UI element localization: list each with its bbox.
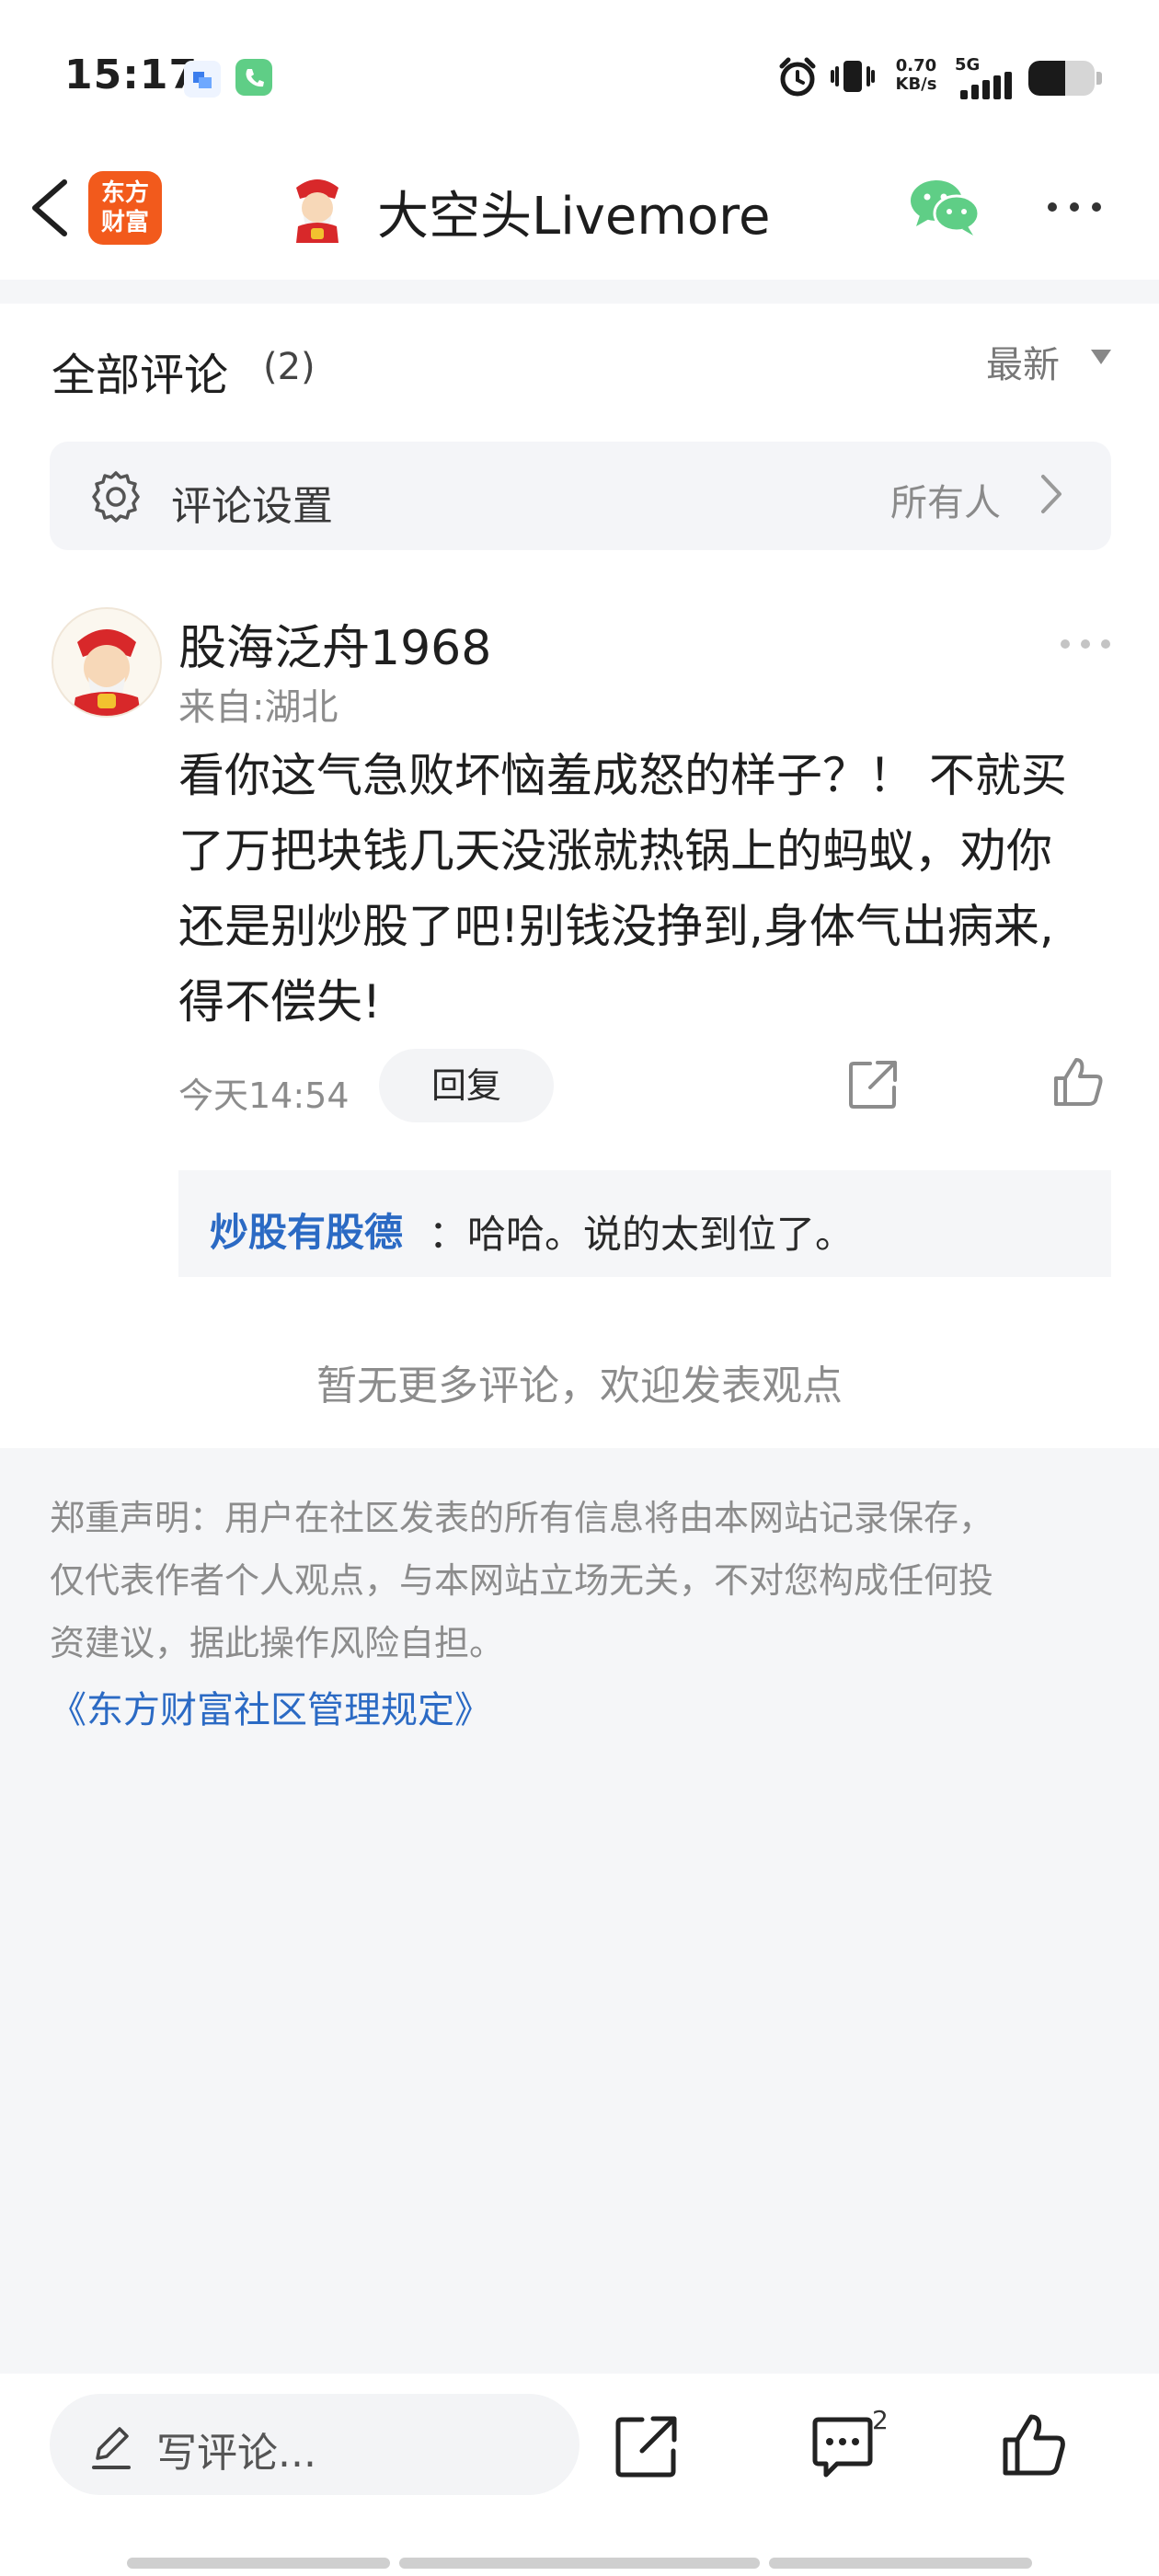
sub-reply-text: ：哈哈。说的太到位了。	[429, 1212, 855, 1257]
sub-reply-username[interactable]: 炒股有股德	[210, 1202, 403, 1258]
home-indicator-segment	[399, 2558, 760, 2569]
avatar[interactable]	[52, 607, 162, 718]
fortune-god-avatar-icon	[285, 171, 350, 248]
share-icon[interactable]	[846, 1058, 900, 1115]
comment-count: (2)	[263, 346, 316, 388]
back-chevron-icon[interactable]	[22, 171, 77, 248]
logo-text-line2: 财富	[100, 209, 149, 236]
net-speed: 0.70 KB/s	[889, 57, 944, 94]
share-icon[interactable]	[613, 2412, 681, 2484]
signal-icon	[957, 72, 1017, 103]
home-indicator-segment	[769, 2558, 1032, 2569]
battery-icon	[1028, 61, 1095, 96]
comment-username[interactable]: 股海泛舟1968	[178, 609, 491, 678]
comment-time: 今天14:54	[178, 1075, 350, 1116]
disclaimer-line: 仅代表作者个人观点，与本网站立场无关，不对您构成任何投	[50, 1560, 994, 1601]
comment-location: 来自:湖北	[178, 686, 339, 729]
comment-line: 得不偿失!	[178, 975, 382, 1029]
sort-dropdown[interactable]: 最新	[986, 335, 1060, 388]
notification-app-icon	[184, 61, 221, 98]
battery-fill	[1028, 61, 1065, 96]
battery-tip	[1096, 72, 1102, 85]
reply-button[interactable]: 回复	[379, 1049, 554, 1122]
page-title: 大空头Livemore	[377, 187, 771, 247]
comment-bubble-icon[interactable]	[809, 2414, 876, 2484]
alarm-icon	[775, 53, 820, 103]
logo-text-line1: 东方	[100, 179, 149, 207]
settings-value: 所有人	[890, 482, 1001, 524]
community-rules-link[interactable]: 《东方财富社区管理规定》	[50, 1680, 491, 1733]
net-speed-unit: KB/s	[895, 75, 937, 94]
write-comment-placeholder[interactable]: 写评论...	[156, 2420, 316, 2478]
disclaimer: 郑重声明：用户在社区发表的所有信息将由本网站记录保存， 仅代表作者个人观点，与本…	[50, 1487, 1117, 1674]
comment-line: 了万把块钱几天没涨就热锅上的蚂蚁，劝你	[178, 824, 1052, 878]
status-time: 15:17	[64, 52, 199, 98]
pencil-icon	[88, 2421, 134, 2477]
like-icon[interactable]	[1050, 1054, 1106, 1113]
comment-more-icon[interactable]	[1058, 633, 1113, 659]
home-indicator-segment	[127, 2558, 390, 2569]
like-icon[interactable]	[999, 2410, 1069, 2484]
disclaimer-line: 郑重声明：用户在社区发表的所有信息将由本网站记录保存，	[50, 1498, 994, 1538]
comment-line: 还是别炒股了吧!别钱没挣到,身体气出病来,	[178, 900, 1054, 953]
section-title: 全部评论	[52, 350, 229, 401]
comment-line: 看你这气急败坏恼羞成怒的样子？！ 不就买	[178, 749, 1067, 802]
wechat-icon[interactable]	[909, 177, 981, 241]
comment-body: 看你这气急败坏恼羞成怒的样子？！ 不就买 了万把块钱几天没涨就热锅上的蚂蚁，劝你…	[178, 738, 1117, 1040]
settings-label: 评论设置	[171, 483, 333, 530]
comment-count-badge: 2	[872, 2405, 889, 2435]
phone-app-icon	[235, 59, 272, 96]
chevron-right-icon	[1038, 471, 1065, 521]
disclaimer-line: 资建议，据此操作风险自担。	[50, 1623, 505, 1663]
vibrate-icon	[830, 53, 876, 103]
more-dots-icon[interactable]	[1045, 193, 1104, 224]
app-logo[interactable]: 东方 财富	[88, 171, 162, 245]
net-speed-value: 0.70	[895, 56, 937, 75]
sort-triangle-icon[interactable]	[1091, 350, 1111, 364]
no-more-comments: 暂无更多评论，欢迎发表观点	[316, 1363, 843, 1409]
gear-icon	[86, 467, 145, 530]
